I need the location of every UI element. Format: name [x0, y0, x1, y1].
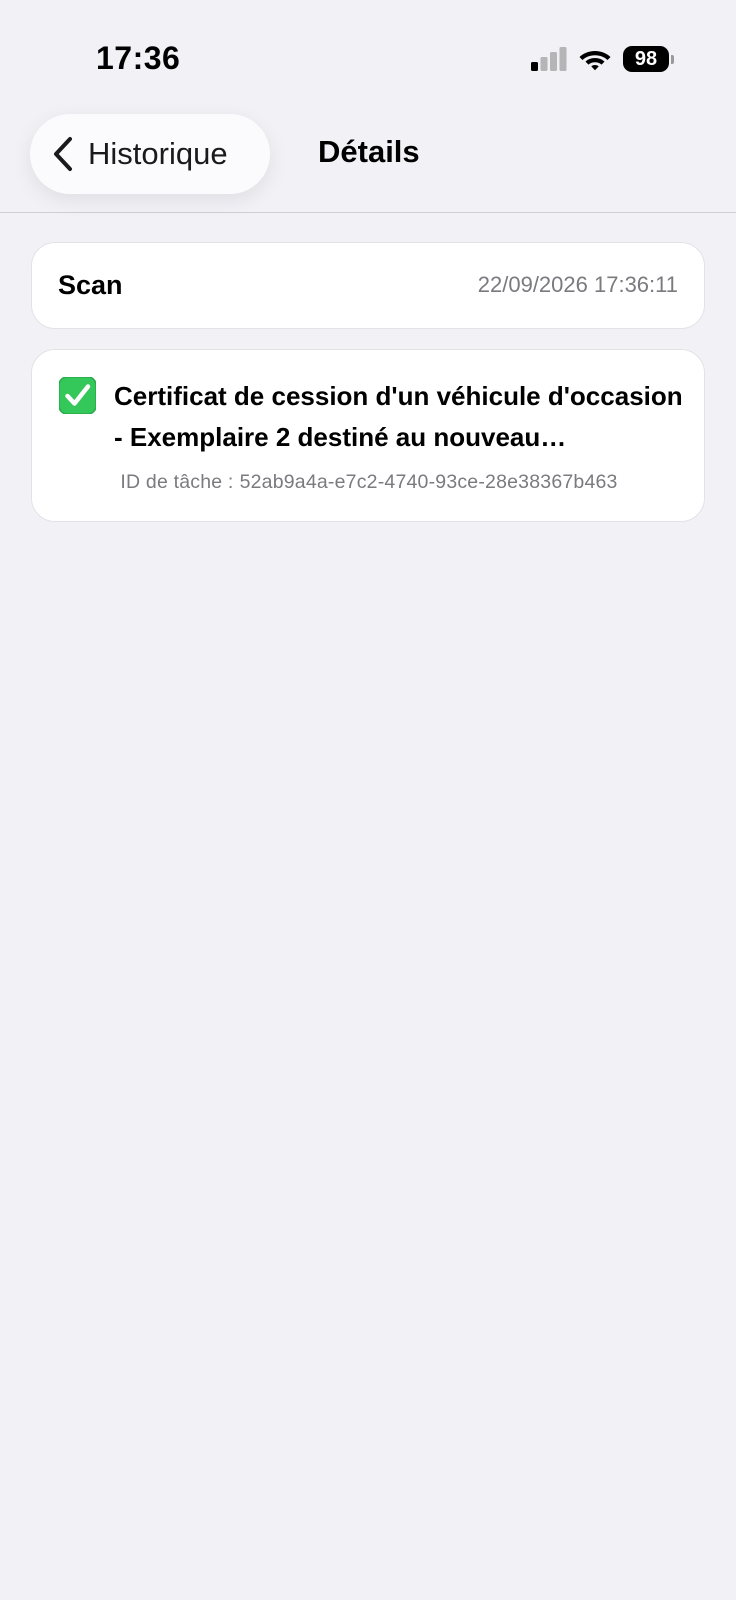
- wifi-icon: [579, 51, 611, 71]
- cellular-signal-icon: [531, 47, 567, 71]
- task-title: Certificat de cession d'un véhicule d'oc…: [114, 381, 683, 452]
- battery-icon: 98: [623, 46, 674, 72]
- status-bar: 17:36 98: [0, 0, 736, 100]
- task-card[interactable]: Certificat de cession d'un véhicule d'oc…: [31, 349, 705, 522]
- back-button[interactable]: Historique: [30, 114, 270, 194]
- scan-datetime: 22/09/2026 17:36:11: [477, 272, 678, 297]
- scan-label: Scan: [58, 270, 123, 300]
- chevron-left-icon: [54, 137, 72, 171]
- battery-level: 98: [623, 46, 669, 72]
- navigation-bar: Historique Détails: [0, 100, 736, 213]
- scan-info-card: Scan 22/09/2026 17:36:11: [31, 242, 705, 329]
- battery-cap: [671, 54, 674, 64]
- status-time: 17:36: [96, 40, 181, 76]
- back-button-label: Historique: [88, 136, 228, 171]
- task-id-label: ID de tâche :: [120, 471, 234, 493]
- task-id-value: 52ab9a4a-e7c2-4740-93ce-28e38367b463: [239, 471, 618, 493]
- task-id: ID de tâche :52ab9a4a-e7c2-4740-93ce-28e…: [32, 471, 706, 494]
- page-title: Détails: [318, 134, 420, 169]
- status-icons: 98: [531, 46, 674, 72]
- check-mark-icon: [59, 377, 96, 414]
